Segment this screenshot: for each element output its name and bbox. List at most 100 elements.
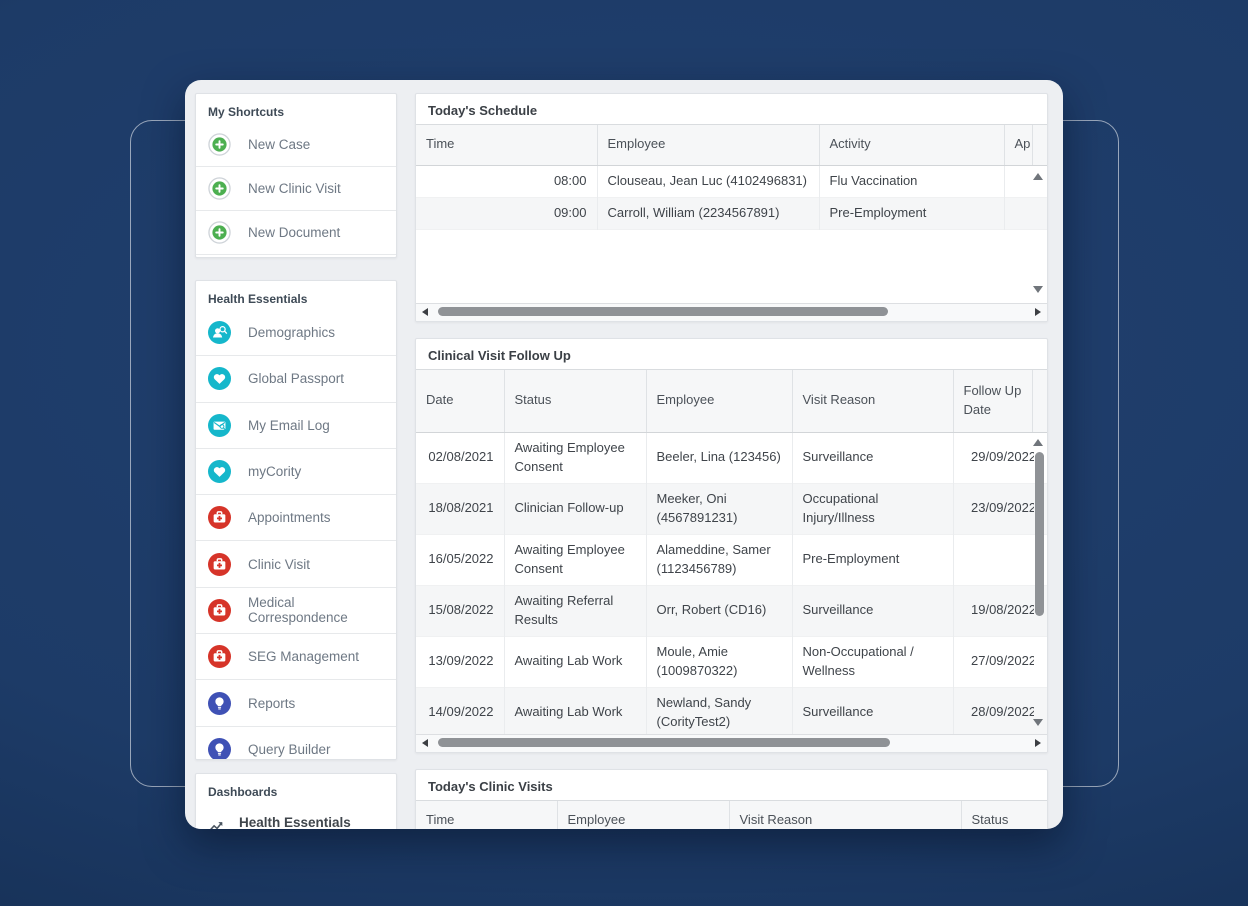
- sidebar-item-label: New Clinic Visit: [248, 181, 341, 196]
- scroll-right-arrow[interactable]: [1035, 308, 1041, 316]
- horizontal-scrollbar[interactable]: [416, 303, 1047, 321]
- plus-circle-icon: [208, 133, 231, 156]
- cell-employee: Newland, Sandy (CorityTest2): [646, 687, 792, 734]
- sidebar-section-health-essentials: Health Essentials Demographics Global Pa…: [195, 280, 397, 760]
- cell-employee: Moule, Amie (1009870322): [646, 636, 792, 687]
- cell-date: 16/05/2022: [416, 534, 504, 585]
- sidebar-item-new-case[interactable]: New Case: [196, 123, 396, 166]
- col-header-follow-up-date[interactable]: Follow Up Date: [953, 370, 1032, 432]
- col-header-ap[interactable]: Ap: [1004, 125, 1032, 165]
- plus-circle-icon: [208, 221, 231, 244]
- table-row[interactable]: 18/08/2021 Clinician Follow-up Meeker, O…: [416, 483, 1047, 534]
- sidebar-section-my-shortcuts: My Shortcuts New Case New Clinic Visit N…: [195, 93, 397, 258]
- clinic-visits-table: Time Employee Visit Reason Status: [416, 801, 1047, 829]
- sidebar-item-dashboard-health-essentials[interactable]: Health Essentials: [196, 803, 396, 829]
- horizontal-scroll-thumb[interactable]: [438, 738, 890, 747]
- scroll-up-arrow[interactable]: [1033, 439, 1043, 446]
- sidebar-item-label: Appointments: [248, 510, 331, 525]
- cell-date: 14/09/2022: [416, 687, 504, 734]
- panel-title: Clinical Visit Follow Up: [416, 339, 1047, 369]
- medkit-icon: [208, 506, 231, 529]
- sidebar-item-seg-management[interactable]: SEG Management: [196, 633, 396, 679]
- cell-visit-reason: Pre-Employment: [792, 534, 953, 585]
- col-header-employee[interactable]: Employee: [646, 370, 792, 432]
- scrollbar-gutter: [1032, 370, 1047, 432]
- cell-follow-up-date: 28/09/2022: [953, 687, 1047, 734]
- col-header-visit-reason[interactable]: Visit Reason: [729, 801, 961, 829]
- cell-status: Clinician Follow-up: [504, 483, 646, 534]
- cell-date: 15/08/2022: [416, 585, 504, 636]
- sidebar-item-label: New Document: [248, 225, 340, 240]
- col-header-employee[interactable]: Employee: [557, 801, 729, 829]
- section-title-my-shortcuts: My Shortcuts: [196, 94, 396, 123]
- cell-employee: Carroll, William (2234567891): [597, 197, 819, 229]
- col-header-time[interactable]: Time: [416, 125, 597, 165]
- table-row[interactable]: 16/05/2022 Awaiting Employee Consent Ala…: [416, 534, 1047, 585]
- medkit-icon: [208, 599, 231, 622]
- horizontal-scrollbar[interactable]: [416, 734, 1047, 752]
- cell-follow-up-date: 19/08/2022: [953, 585, 1047, 636]
- sidebar-item-appointments[interactable]: Appointments: [196, 494, 396, 540]
- col-header-date[interactable]: Date: [416, 370, 504, 432]
- sidebar-item-mycority[interactable]: myCority: [196, 448, 396, 494]
- col-header-visit-reason[interactable]: Visit Reason: [792, 370, 953, 432]
- horizontal-scroll-thumb[interactable]: [438, 307, 888, 316]
- medkit-icon: [208, 553, 231, 576]
- scrollbar-gutter: [1032, 125, 1047, 165]
- table-row[interactable]: 15/08/2022 Awaiting Referral Results Orr…: [416, 585, 1047, 636]
- plus-circle-icon: [208, 177, 231, 200]
- sidebar-item-label: Medical Correspondence: [248, 595, 388, 625]
- cell-activity: Pre-Employment: [819, 197, 1004, 229]
- sidebar-item-label: Reports: [248, 696, 295, 711]
- cell-follow-up-date: 23/09/2022: [953, 483, 1047, 534]
- sidebar-item-medical-correspondence[interactable]: Medical Correspondence: [196, 587, 396, 633]
- col-header-status[interactable]: Status: [504, 370, 646, 432]
- vertical-scroll-thumb[interactable]: [1035, 452, 1044, 616]
- scroll-down-arrow[interactable]: [1033, 286, 1043, 293]
- cell-follow-up-date: 27/09/2022: [953, 636, 1047, 687]
- cell-date: 18/08/2021: [416, 483, 504, 534]
- sidebar-item-query-builder[interactable]: Query Builder: [196, 726, 396, 760]
- table-row[interactable]: 14/09/2022 Awaiting Lab Work Newland, Sa…: [416, 687, 1047, 734]
- col-header-activity[interactable]: Activity: [819, 125, 1004, 165]
- sidebar-item-label: Health Essentials: [239, 815, 351, 830]
- main-content: Today's Schedule Time Employee Activity …: [415, 93, 1048, 829]
- cell-ap: [1004, 165, 1047, 197]
- cell-employee: Meeker, Oni (4567891231): [646, 483, 792, 534]
- sidebar-item-label: New Case: [248, 137, 310, 152]
- scroll-down-arrow[interactable]: [1033, 719, 1043, 726]
- sidebar-item-new-document[interactable]: New Document: [196, 210, 396, 254]
- cell-date: 13/09/2022: [416, 636, 504, 687]
- sidebar-item-new-clinic-visit[interactable]: New Clinic Visit: [196, 166, 396, 210]
- col-header-status[interactable]: Status: [961, 801, 1047, 829]
- col-header-time[interactable]: Time: [416, 801, 557, 829]
- cell-ap: [1004, 197, 1047, 229]
- table-row[interactable]: 13/09/2022 Awaiting Lab Work Moule, Amie…: [416, 636, 1047, 687]
- medkit-icon: [208, 645, 231, 668]
- sidebar-item-label: Global Passport: [248, 371, 344, 386]
- sidebar-item-reports[interactable]: Reports: [196, 679, 396, 725]
- sidebar-item-clinic-visit[interactable]: Clinic Visit: [196, 540, 396, 586]
- scroll-right-arrow[interactable]: [1035, 739, 1041, 747]
- scroll-left-arrow[interactable]: [422, 739, 428, 747]
- sidebar-item-label: myCority: [248, 464, 301, 479]
- scroll-up-arrow[interactable]: [1033, 173, 1043, 180]
- cell-status: Awaiting Referral Results: [504, 585, 646, 636]
- sidebar-item-label: My Email Log: [248, 418, 330, 433]
- sidebar-item-global-passport[interactable]: Global Passport: [196, 355, 396, 401]
- follow-up-table-area: Date Status Employee Visit Reason Follow…: [416, 369, 1047, 734]
- col-header-employee[interactable]: Employee: [597, 125, 819, 165]
- cell-status: Awaiting Lab Work: [504, 636, 646, 687]
- follow-up-table: Date Status Employee Visit Reason Follow…: [416, 370, 1047, 734]
- table-row[interactable]: 08:00 Clouseau, Jean Luc (4102496831) Fl…: [416, 165, 1047, 197]
- sidebar-item-my-email-log[interactable]: My Email Log: [196, 402, 396, 448]
- cell-follow-up-date: [953, 534, 1047, 585]
- scroll-left-arrow[interactable]: [422, 308, 428, 316]
- trending-up-icon: [208, 817, 225, 830]
- table-row[interactable]: 09:00 Carroll, William (2234567891) Pre-…: [416, 197, 1047, 229]
- lightbulb-icon: [208, 692, 231, 715]
- table-row[interactable]: 02/08/2021 Awaiting Employee Consent Bee…: [416, 432, 1047, 483]
- sidebar-item-demographics[interactable]: Demographics: [196, 310, 396, 355]
- cell-visit-reason: Surveillance: [792, 432, 953, 483]
- cell-employee: Clouseau, Jean Luc (4102496831): [597, 165, 819, 197]
